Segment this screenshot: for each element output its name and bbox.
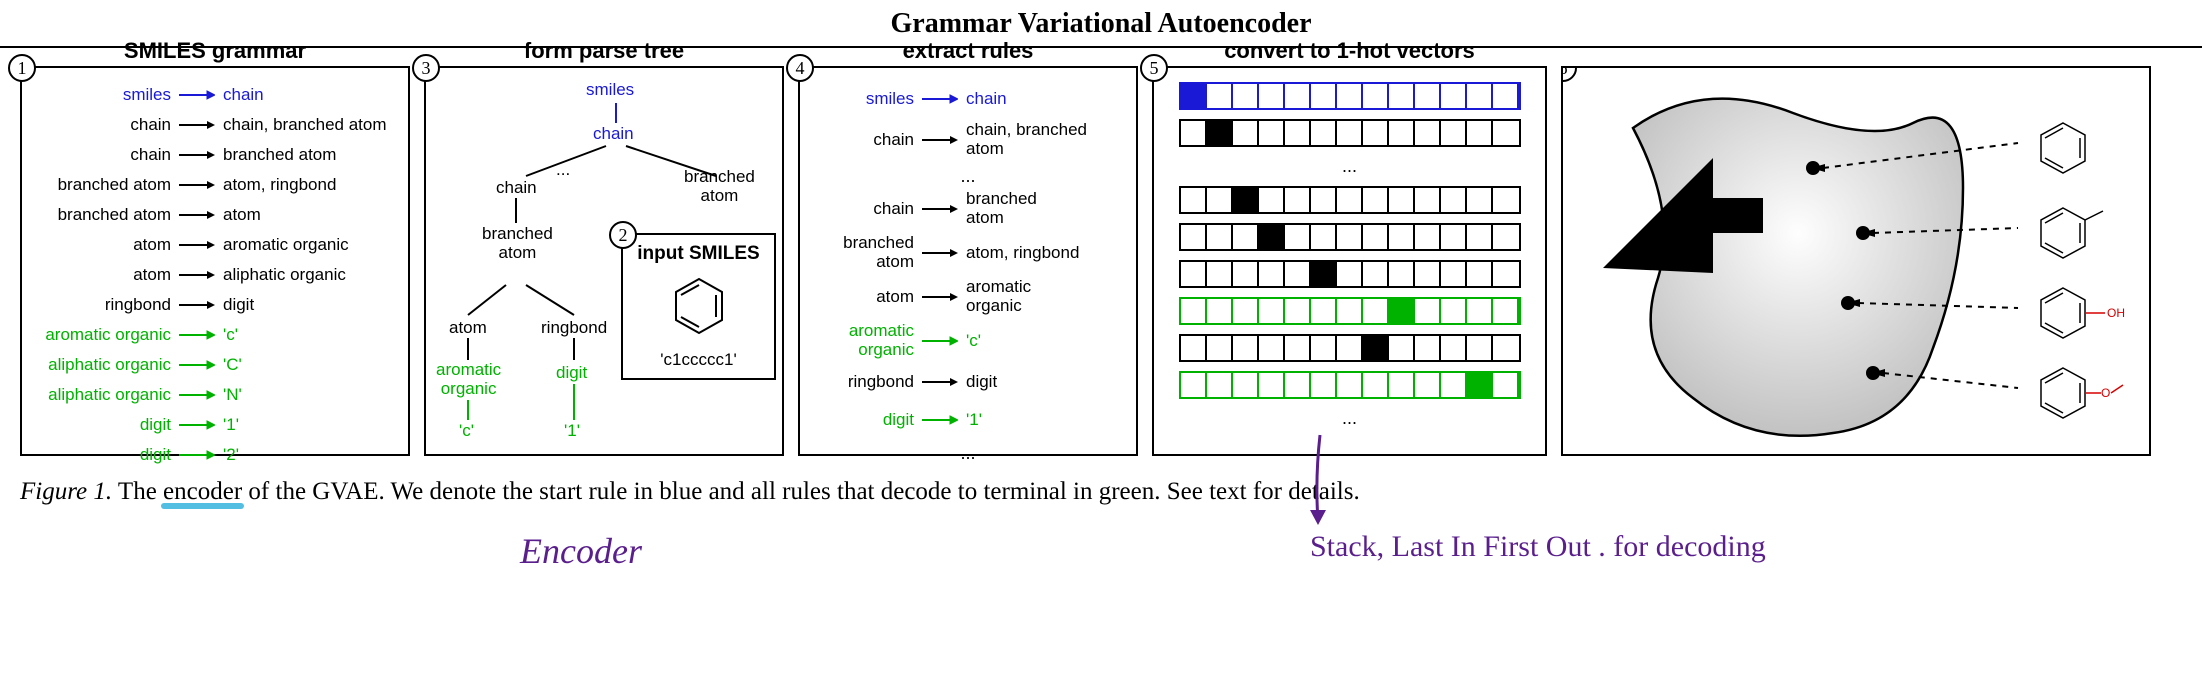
benzene-icon bbox=[664, 271, 734, 341]
tree-node-ringbond: ringbond bbox=[541, 318, 607, 338]
grammar-rule: smileschain bbox=[32, 82, 398, 108]
extracted-rule: chainbranchedatom bbox=[810, 189, 1126, 229]
extracted-rule: smileschain bbox=[810, 82, 1126, 116]
tree-node-digit: digit bbox=[556, 363, 587, 383]
tree-node-chain2: chain bbox=[496, 178, 537, 198]
panel-extract-rules: extract rules 4 smileschainchainchain, b… bbox=[798, 66, 1138, 456]
tree-dots: ... bbox=[556, 160, 570, 180]
tree-node-smiles: smiles bbox=[586, 80, 634, 100]
latent-manifold: OH O bbox=[1563, 68, 2151, 456]
grammar-rule: atomaromatic organic bbox=[32, 232, 398, 258]
input-smiles-box: 2 input SMILES 'c1ccccc1' bbox=[621, 233, 776, 380]
grammar-rule: chainchain, branched atom bbox=[32, 112, 398, 138]
onehot-vector bbox=[1179, 260, 1521, 288]
panel-smiles-grammar: SMILES grammar 1 smileschainchainchain, … bbox=[20, 66, 410, 456]
handwritten-encoder: Encoder bbox=[520, 530, 642, 572]
panel2-label: form parse tree bbox=[426, 38, 782, 64]
onehot-vector bbox=[1179, 223, 1521, 251]
onehot-vector bbox=[1179, 371, 1521, 399]
grammar-rule: digit'1' bbox=[32, 412, 398, 438]
step-circle-1: 1 bbox=[8, 54, 36, 82]
tree-node-atom: atom bbox=[449, 318, 487, 338]
onehot-vector bbox=[1179, 334, 1521, 362]
panel3-label: extract rules bbox=[800, 38, 1136, 64]
grammar-rule: aliphatic organic'N' bbox=[32, 382, 398, 408]
panel-parse-tree: form parse tree 3 smiles chain ... chain… bbox=[424, 66, 784, 456]
panels-row: SMILES grammar 1 smileschainchainchain, … bbox=[0, 48, 2202, 466]
onehot-vector bbox=[1179, 82, 1521, 110]
onehot-vector bbox=[1179, 297, 1521, 325]
tree-node-chain: chain bbox=[593, 124, 634, 144]
highlighted-word: encoder bbox=[163, 478, 242, 505]
grammar-rule: aliphatic organic'C' bbox=[32, 352, 398, 378]
grammar-rule: digit'2' bbox=[32, 442, 398, 468]
input-smiles-label: input SMILES bbox=[631, 243, 766, 265]
step-circle-5: 5 bbox=[1140, 54, 1168, 82]
ellipsis: ... bbox=[810, 164, 1126, 189]
figure-caption: Figure 1. The encoder of the GVAE. We de… bbox=[0, 466, 2202, 506]
grammar-rule: branched atomatom bbox=[32, 202, 398, 228]
step-circle-4: 4 bbox=[786, 54, 814, 82]
step-circle-2: 2 bbox=[609, 221, 637, 249]
ellipsis: ... bbox=[1342, 408, 1357, 429]
extracted-rule: atomaromaticorganic bbox=[810, 277, 1126, 317]
tree-node-aromatic: aromaticorganic bbox=[436, 361, 501, 398]
grammar-rule: branched atomatom, ringbond bbox=[32, 172, 398, 198]
panel1-label: SMILES grammar bbox=[22, 38, 408, 64]
extracted-rule: aromaticorganic'c' bbox=[810, 321, 1126, 361]
extracted-rule: branchedatomatom, ringbond bbox=[810, 233, 1126, 273]
onehot-vector bbox=[1179, 186, 1521, 214]
handwritten-stack: Stack, Last In First Out . for decoding bbox=[1310, 530, 1766, 564]
tree-node-1: '1' bbox=[564, 421, 580, 441]
panel4-label: convert to 1-hot vectors bbox=[1154, 38, 1545, 64]
grammar-rule: atomaliphatic organic bbox=[32, 262, 398, 288]
panel-onehot: convert to 1-hot vectors 5 ...... bbox=[1152, 66, 1547, 456]
ellipsis: ... bbox=[1342, 156, 1357, 177]
input-smiles-string: 'c1ccccc1' bbox=[631, 350, 766, 370]
ellipsis: ... bbox=[810, 441, 1126, 466]
onehot-vector bbox=[1179, 119, 1521, 147]
grammar-rule: chainbranched atom bbox=[32, 142, 398, 168]
panel-latent: map to latent space 6 bbox=[1561, 66, 2151, 456]
tree-node-branched: branchedatom bbox=[684, 168, 755, 205]
extracted-rule: digit'1' bbox=[810, 403, 1126, 437]
svg-text:OH: OH bbox=[2107, 306, 2125, 320]
tree-node-c: 'c' bbox=[459, 421, 474, 441]
handwritten-arrow bbox=[1290, 430, 1350, 540]
svg-text:O: O bbox=[2101, 386, 2110, 400]
extracted-rule: ringbonddigit bbox=[810, 365, 1126, 399]
grammar-rule: aromatic organic'c' bbox=[32, 322, 398, 348]
extracted-rule: chainchain, branchedatom bbox=[810, 120, 1126, 160]
grammar-rule: ringbonddigit bbox=[32, 292, 398, 318]
tree-node-branched2: branchedatom bbox=[482, 225, 553, 262]
